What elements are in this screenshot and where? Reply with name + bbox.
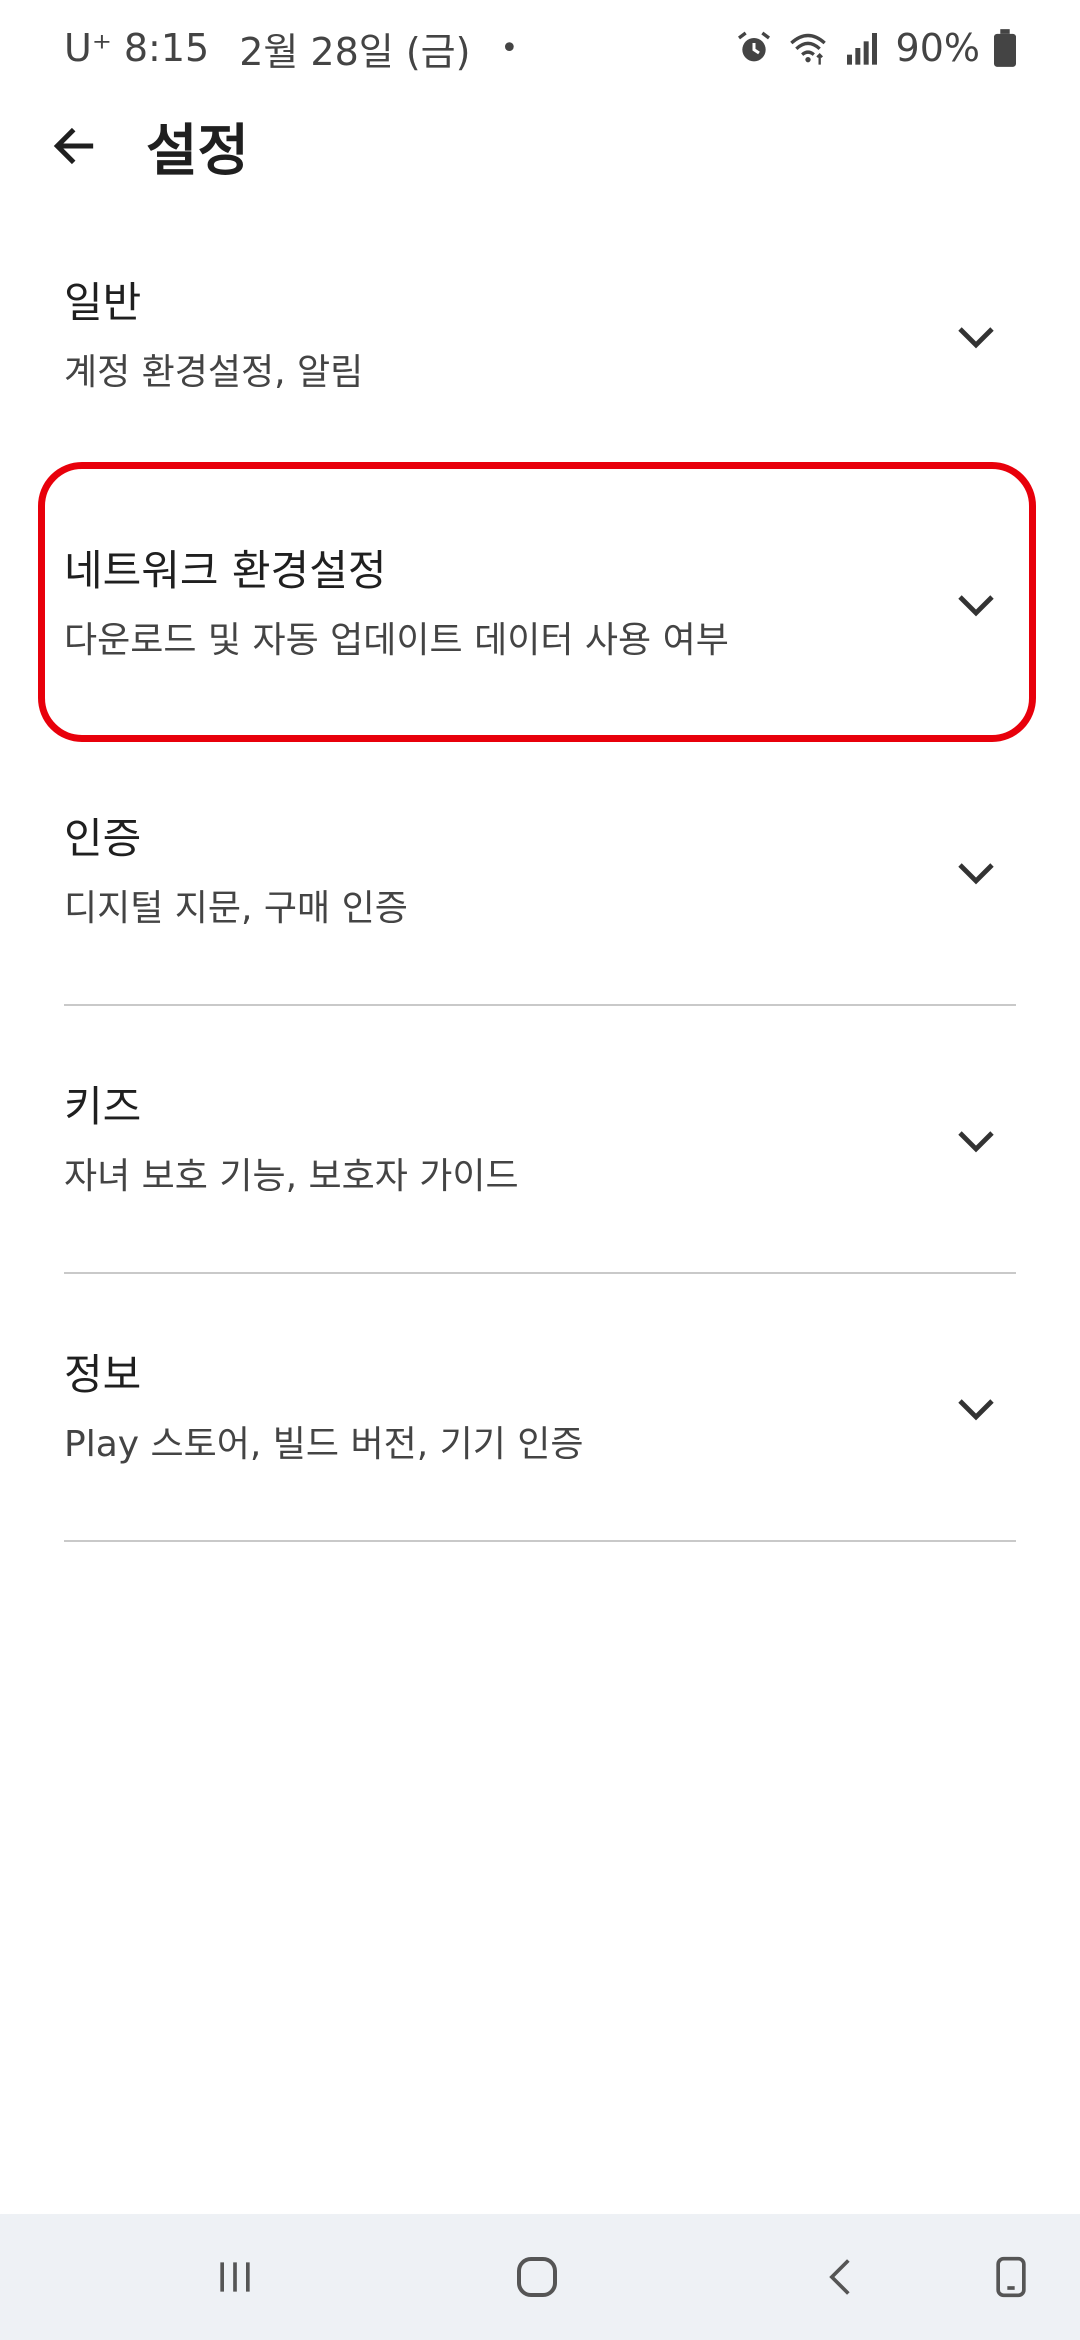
divider: [64, 1272, 1016, 1274]
recent-apps-icon: [220, 2262, 250, 2292]
clock: 8:15: [123, 26, 210, 70]
navigation-bar: [0, 2214, 1080, 2340]
back-button[interactable]: [24, 96, 124, 196]
status-bar: U⁺ 8:15 2월 28일 (금) • 90%: [0, 0, 1080, 96]
carrier-label: U⁺: [64, 26, 112, 70]
section-title: 일반: [64, 278, 142, 327]
signal-icon: [846, 33, 877, 65]
rotate-icon: [996, 2256, 1026, 2298]
recent-apps-button[interactable]: [200, 2242, 270, 2312]
arrow-back-icon: [53, 127, 94, 165]
date-label: 2월 28일 (금): [239, 29, 471, 74]
section-kids[interactable]: 키즈 자녀 보호 기능, 보호자 가이드: [64, 1066, 1016, 1216]
section-title: 정보: [64, 1350, 142, 1399]
back-nav-button[interactable]: [806, 2242, 876, 2312]
divider: [64, 1004, 1016, 1006]
section-title: 키즈: [64, 1082, 142, 1131]
status-right: 90%: [734, 26, 1016, 70]
section-subtitle: 계정 환경설정, 알림: [64, 352, 364, 393]
status-left: U⁺ 8:15 2월 28일 (금) •: [64, 21, 518, 76]
app-bar: 설정: [0, 96, 1080, 196]
section-subtitle: 디지털 지문, 구매 인증: [64, 888, 408, 929]
chevron-down-icon[interactable]: [946, 1379, 1006, 1439]
home-button[interactable]: [502, 2242, 572, 2312]
section-text: 정보 Play 스토어, 빌드 버전, 기기 인증: [64, 1347, 584, 1471]
alarm-icon: [737, 31, 770, 62]
section-general[interactable]: 일반 계정 환경설정, 알림: [64, 262, 1016, 412]
battery-percent: 90%: [895, 26, 980, 70]
section-subtitle: 자녀 보호 기능, 보호자 가이드: [64, 1156, 519, 1197]
chevron-down-icon[interactable]: [946, 843, 1006, 903]
battery-icon: [994, 29, 1016, 67]
rotate-button[interactable]: [976, 2242, 1046, 2312]
chevron-down-icon[interactable]: [946, 1111, 1006, 1171]
wifi-icon: [789, 33, 826, 65]
chevron-down-icon[interactable]: [946, 307, 1006, 367]
section-text: 인증 디지털 지문, 구매 인증: [64, 811, 408, 935]
section-text: 키즈 자녀 보호 기능, 보호자 가이드: [64, 1079, 519, 1203]
section-title: 인증: [64, 814, 142, 863]
home-icon: [517, 2257, 557, 2297]
highlight-box: [38, 462, 1036, 742]
section-text: 일반 계정 환경설정, 알림: [64, 275, 363, 399]
section-authentication[interactable]: 인증 디지털 지문, 구매 인증: [64, 798, 1016, 948]
notification-dot: •: [500, 30, 519, 66]
section-about[interactable]: 정보 Play 스토어, 빌드 버전, 기기 인증: [64, 1334, 1016, 1484]
divider: [64, 1540, 1016, 1542]
page-title: 설정: [146, 118, 250, 184]
section-subtitle: Play 스토어, 빌드 버전, 기기 인증: [64, 1424, 584, 1465]
back-icon: [829, 2259, 850, 2295]
